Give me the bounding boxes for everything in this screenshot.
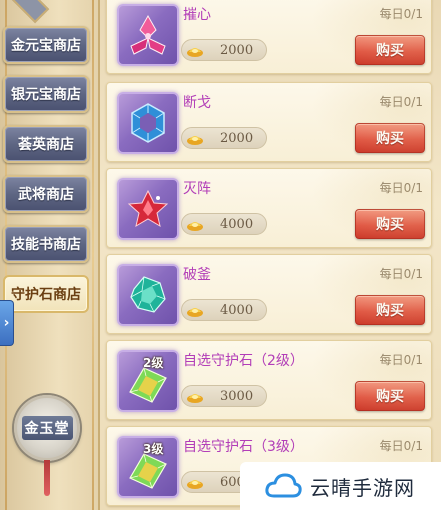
buy-button[interactable]: 购买 [355,123,425,153]
price-box: 4000 [181,299,267,321]
item-icon-frame [117,92,179,154]
blue-ring-gem-icon [131,103,165,143]
chevron-right-icon: › [3,315,10,331]
item-price: 4000 [220,217,254,232]
daily-limit: 每日0/1 [379,267,423,281]
price-box: 2000 [181,127,267,149]
buy-button[interactable]: 购买 [355,295,425,325]
daily-limit: 每日0/1 [379,7,423,21]
item-name: 断戈 [183,95,211,111]
tab-huiying-shop[interactable]: 荟英商店 [3,125,89,163]
item-name: 自选守护石（2级） [183,353,304,369]
expand-sidebar-button[interactable]: › [0,300,14,346]
teal-gem-icon [130,276,166,313]
buy-button[interactable]: 购买 [355,35,425,65]
buy-button[interactable]: 购买 [355,381,425,411]
tab-guardian-stone-shop[interactable]: 守护石商店 [3,275,89,313]
gold-ingot-icon [187,136,203,145]
daily-limit: 每日0/1 [379,439,423,453]
item-price: 2000 [220,43,254,58]
price-box: 4000 [181,213,267,235]
list-item: 破釜 每日0/1 4000 购买 [106,254,432,334]
item-level-tag: 3级 [143,442,164,456]
list-item: 断戈 每日0/1 2000 购买 [106,82,432,162]
site-watermark: 云晴手游网 [240,462,441,510]
daily-limit: 每日0/1 [379,181,423,195]
tab-general-shop[interactable]: 武将商店 [3,175,89,213]
item-name: 灭阵 [183,181,211,197]
gold-ingot-icon [187,394,203,403]
item-name: 破釜 [183,267,211,283]
item-icon-frame [117,178,179,240]
price-box: 3000 [181,385,267,407]
price-box: 2000 [181,39,267,61]
list-item: 2级 自选守护石（2级） 每日0/1 3000 购买 [106,340,432,420]
gold-ingot-icon [187,48,203,57]
sidebar-rope-right [92,0,94,510]
tab-gold-ingot-shop[interactable]: 金元宝商店 [3,26,89,64]
gold-ingot-icon [187,222,203,231]
tab-skill-book-shop[interactable]: 技能书商店 [3,225,89,263]
item-price: 2000 [220,131,254,146]
gold-ingot-icon [187,480,203,489]
buy-button[interactable]: 购买 [355,209,425,239]
item-icon-frame: 3级 [117,436,179,498]
item-level-tag: 2级 [143,356,164,370]
item-price: 4000 [220,303,254,318]
shop-item-list[interactable]: 摧心 每日0/1 2000 购买 断戈 每日0/1 2000 购买 灭阵 每日0… [102,0,441,510]
item-icon-frame [117,264,179,326]
gold-ingot-icon [187,308,203,317]
item-name: 摧心 [183,7,211,23]
item-icon-frame: 2级 [117,350,179,412]
daily-limit: 每日0/1 [379,353,423,367]
list-item: 灭阵 每日0/1 4000 购买 [106,168,432,248]
jinyutang-medallion-button[interactable]: 金玉堂 [14,395,80,461]
medallion-label: 金玉堂 [21,416,73,440]
medallion-tassel [44,460,50,496]
pink-tri-gem-icon [130,14,166,55]
item-icon-frame [117,4,179,66]
cloud-logo-icon [265,473,302,498]
shop-sidebar: 金元宝商店 银元宝商店 荟英商店 武将商店 技能书商店 守护石商店 › 金玉堂 [0,0,100,510]
sidebar-top-ornament [6,0,50,24]
watermark-text: 云晴手游网 [310,475,415,500]
red-star-gem-icon [127,189,169,228]
list-item: 摧心 每日0/1 2000 购买 [106,0,432,74]
item-name: 自选守护石（3级） [183,439,304,455]
daily-limit: 每日0/1 [379,95,423,109]
item-price: 3000 [220,389,254,404]
tab-silver-ingot-shop[interactable]: 银元宝商店 [3,75,89,113]
